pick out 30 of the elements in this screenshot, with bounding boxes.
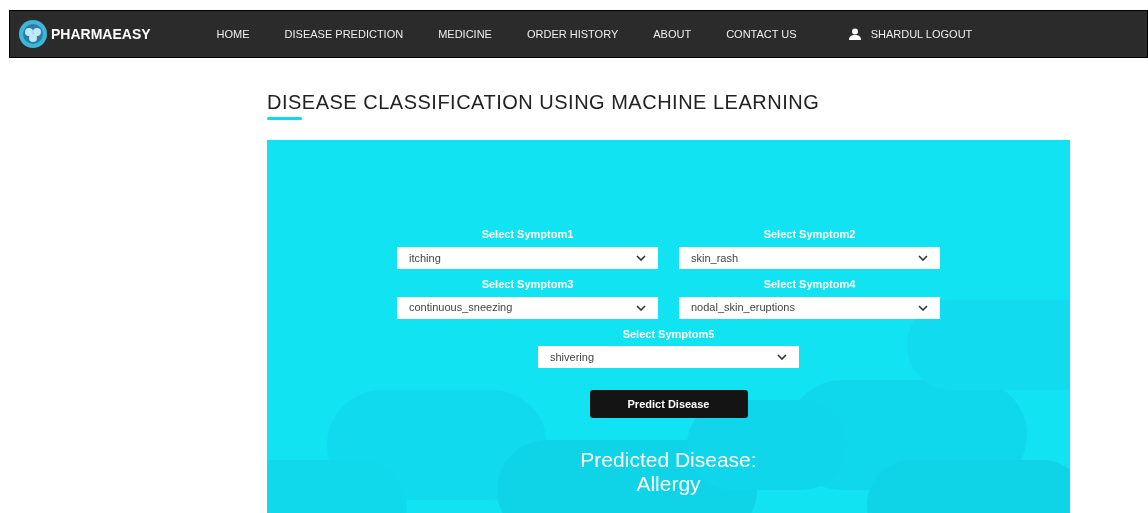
nav-link[interactable]: ABOUT <box>653 25 692 43</box>
nav-link[interactable]: ORDER HISTORY <box>526 25 619 43</box>
symptom-select[interactable]: skin_rash <box>679 246 940 269</box>
symptom-select[interactable]: shivering <box>538 346 799 369</box>
result-value: Allergy <box>636 472 701 497</box>
chevron-icon <box>636 304 646 311</box>
field-label: Select Symptom2 <box>763 228 856 242</box>
brand-name[interactable]: PHARMAEASY <box>51 23 151 45</box>
page-heading: DISEASE CLASSIFICATION USING MACHINE LEARNING <box>267 90 820 115</box>
field-label: Select Symptom5 <box>622 327 715 342</box>
logout-link[interactable]: SHARDUL LOGOUT <box>870 25 973 43</box>
nav-link[interactable]: CONTACT US <box>726 25 797 43</box>
symptom-select[interactable]: nodal_skin_eruptions <box>679 296 940 319</box>
user-icon <box>848 28 861 40</box>
nav-link[interactable]: DISEASE PREDICTION <box>284 25 404 43</box>
symptom-select[interactable]: continuous_sneezing <box>397 296 658 319</box>
field-label: Select Symptom1 <box>481 228 574 242</box>
nav-link[interactable]: HOME <box>216 25 250 43</box>
heading-underline <box>267 117 302 120</box>
chevron-icon <box>777 354 787 361</box>
chevron-icon <box>918 304 928 311</box>
nav-link[interactable]: MEDICINE <box>438 25 492 43</box>
predict-button[interactable]: Predict Disease <box>589 390 748 419</box>
chevron-icon <box>636 254 646 261</box>
symptom-select[interactable]: itching <box>397 246 658 269</box>
chevron-icon <box>918 254 928 261</box>
field-label: Select Symptom3 <box>481 277 574 292</box>
result-label: Predicted Disease: <box>580 448 757 473</box>
logo-icon <box>18 19 48 49</box>
field-label: Select Symptom4 <box>763 277 856 292</box>
